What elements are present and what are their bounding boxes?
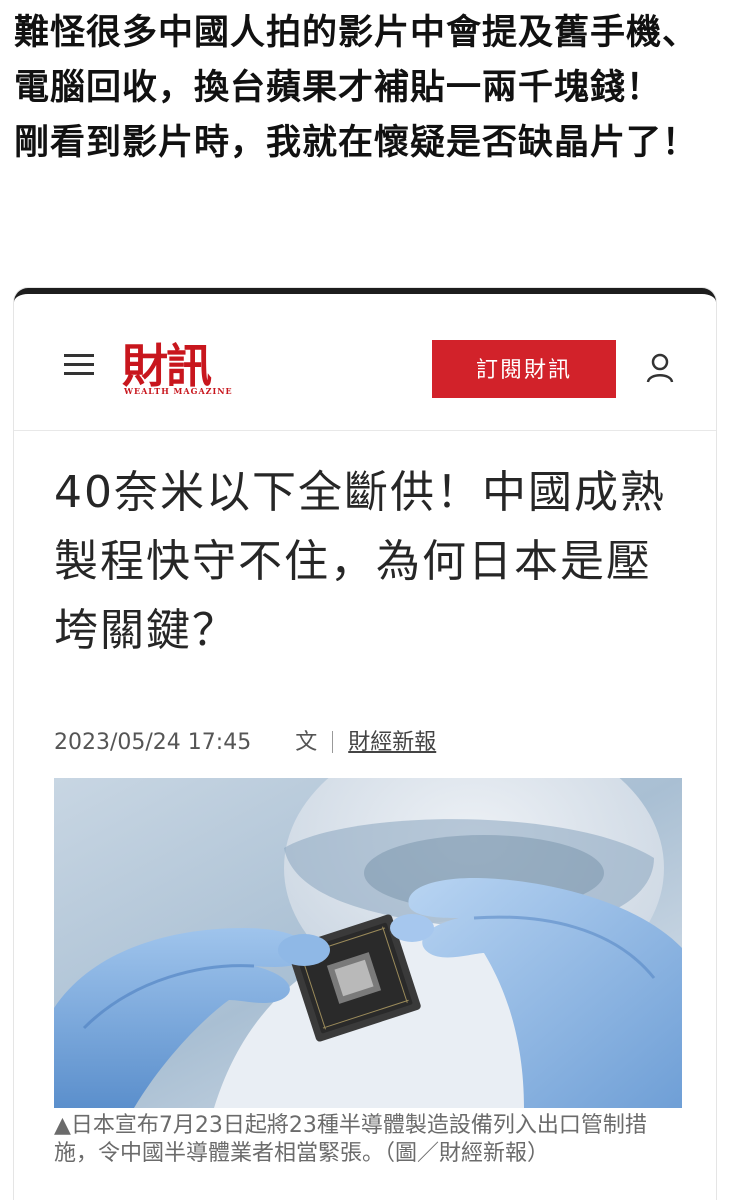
site-logo[interactable]: 財訊 WEALTH MAGAZINE [122,330,252,402]
article-photo [54,778,682,1108]
shared-article-card[interactable]: 財訊 WEALTH MAGAZINE 訂閱財訊 40奈米以下全斷供！中國成熟製程… [14,288,716,1200]
site-header: 財訊 WEALTH MAGAZINE 訂閱財訊 [14,294,716,431]
post-text: 難怪很多中國人拍的影片中會提及舊手機、電腦回收，換台蘋果才補貼一兩千塊錢！ 剛看… [14,6,714,171]
screenshot-page: 難怪很多中國人拍的影片中會提及舊手機、電腦回收，換台蘋果才補貼一兩千塊錢！ 剛看… [0,0,730,1200]
post-paragraph-1: 難怪很多中國人拍的影片中會提及舊手機、電腦回收，換台蘋果才補貼一兩千塊錢！ [14,13,699,108]
subscribe-button[interactable]: 訂閱財訊 [432,340,616,398]
meta-divider [332,731,334,753]
article-meta: 2023/05/24 17:45 文 財經新報 [54,728,436,758]
post-paragraph-2: 剛看到影片時，我就在懷疑是否缺晶片了！ [14,123,699,163]
article-title[interactable]: 40奈米以下全斷供！中國成熟製程快守不住，為何日本是壓垮關鍵？ [54,458,694,665]
article-date: 2023/05/24 17:45 [54,730,252,755]
article-source-link[interactable]: 財經新報 [348,730,436,755]
photo-caption: ▲日本宣布7月23日起將23種半導體製造設備列入出口管制措施，令中國半導體業者相… [54,1113,647,1166]
hamburger-menu-icon[interactable] [64,354,94,376]
author-prefix: 文 [295,730,318,755]
user-account-icon[interactable] [646,352,674,384]
chip-photo-illustration [54,778,682,1108]
logo-subtitle: WEALTH MAGAZINE [124,386,233,396]
